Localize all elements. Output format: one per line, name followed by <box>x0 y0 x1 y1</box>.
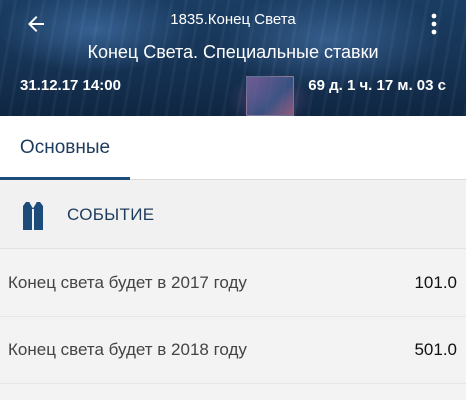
event-header: 1835.Конец Света Конец Света. Специальны… <box>0 0 466 116</box>
bet-row[interactable]: Конец света будет в 2017 году 101.0 <box>0 250 466 317</box>
section-label: СОБЫТИЕ <box>67 205 155 224</box>
stadium-screen-image <box>246 76 294 116</box>
active-tab-indicator <box>0 177 130 180</box>
section-event-header[interactable]: СОБЫТИЕ <box>0 181 466 249</box>
more-options-button[interactable] <box>424 10 444 38</box>
bet-name: Конец света будет в 2018 году <box>8 340 247 359</box>
bet-odds[interactable]: 101.0 <box>414 273 457 293</box>
bet-row[interactable]: Конец света будет в 2018 году 501.0 <box>0 317 466 384</box>
event-title: 1835.Конец Света <box>170 11 296 28</box>
event-date: 31.12.17 14:00 <box>20 77 121 94</box>
tab-main[interactable]: Основные <box>0 116 130 180</box>
event-countdown: 69 д. 1 ч. 17 м. 03 с <box>308 77 446 94</box>
bet-odds[interactable]: 501.0 <box>414 340 457 360</box>
jersey-icon <box>23 201 43 230</box>
bet-name: Конец света будет в 2017 году <box>8 273 247 292</box>
tab-bar: Основные <box>0 116 466 180</box>
event-subtitle: Конец Света. Специальные ставки <box>87 42 379 62</box>
more-vert-icon <box>431 13 437 35</box>
tab-main-label: Основные <box>19 137 111 158</box>
